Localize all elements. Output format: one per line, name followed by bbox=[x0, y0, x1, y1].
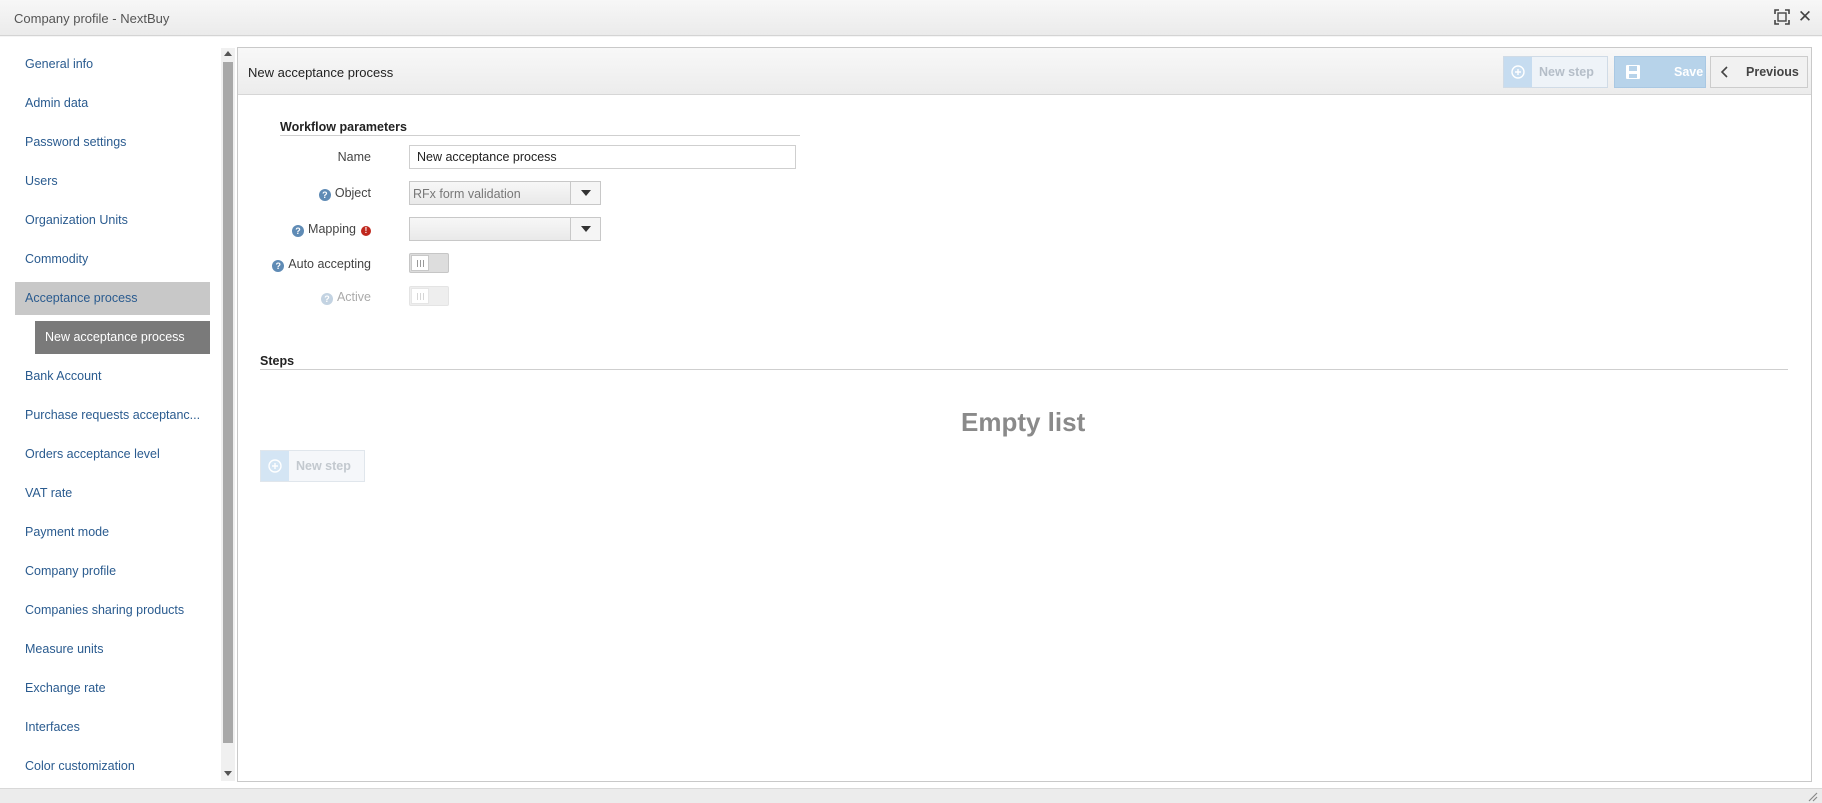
sidebar-item-password-settings[interactable]: Password settings bbox=[15, 126, 210, 159]
object-label: ? Object bbox=[221, 186, 371, 201]
add-circle-icon bbox=[261, 451, 289, 481]
steps-title: Steps bbox=[260, 354, 295, 368]
scroll-down-arrow-icon[interactable] bbox=[224, 771, 232, 776]
new-step-button-label: New step bbox=[1539, 65, 1594, 79]
window-title: Company profile - NextBuy bbox=[14, 11, 170, 26]
toggle-knob bbox=[411, 255, 429, 271]
name-label-text: Name bbox=[337, 150, 371, 164]
sidebar-item-orders-acceptance-level[interactable]: Orders acceptance level bbox=[15, 438, 210, 471]
mapping-select[interactable] bbox=[409, 217, 601, 241]
name-label: Name bbox=[221, 150, 371, 164]
previous-button-label: Previous bbox=[1746, 65, 1799, 79]
mapping-label: ? Mapping! bbox=[221, 222, 371, 237]
sidebar-item-color-customization[interactable]: Color customization bbox=[15, 750, 210, 783]
auto-accepting-label-text: Auto accepting bbox=[288, 257, 371, 271]
auto-accepting-toggle[interactable] bbox=[409, 253, 449, 273]
name-input[interactable] bbox=[409, 145, 796, 169]
sidebar-item-bank-account[interactable]: Bank Account bbox=[15, 360, 210, 393]
chevron-down-icon bbox=[581, 226, 591, 232]
object-select[interactable]: RFx form validation bbox=[409, 181, 601, 205]
sidebar-item-acceptance-process[interactable]: Acceptance process bbox=[15, 282, 210, 315]
help-icon[interactable]: ? bbox=[318, 189, 331, 201]
floppy-disk-icon bbox=[1615, 57, 1651, 87]
sidebar-item-payment-mode[interactable]: Payment mode bbox=[15, 516, 210, 549]
sidebar-item-users[interactable]: Users bbox=[15, 165, 210, 198]
mapping-dropdown-button[interactable] bbox=[570, 218, 600, 240]
new-step-button-bottom-label: New step bbox=[296, 459, 351, 473]
scroll-thumb[interactable] bbox=[223, 62, 233, 743]
help-icon[interactable]: ? bbox=[272, 260, 285, 272]
object-select-value: RFx form validation bbox=[413, 187, 521, 201]
sidebar-item-company-profile[interactable]: Company profile bbox=[15, 555, 210, 588]
steps-divider bbox=[260, 369, 1788, 370]
sidebar-item-purchase-requests-acceptance[interactable]: Purchase requests acceptanc... bbox=[15, 399, 210, 432]
help-icon[interactable]: ? bbox=[292, 225, 305, 237]
empty-list-message: Empty list bbox=[961, 407, 1086, 437]
chevron-down-icon bbox=[581, 190, 591, 196]
scroll-up-arrow-icon[interactable] bbox=[224, 51, 232, 56]
previous-button[interactable]: Previous bbox=[1710, 56, 1808, 88]
object-label-text: Object bbox=[334, 186, 371, 200]
add-circle-icon bbox=[1504, 57, 1532, 87]
save-button-label: Save bbox=[1674, 65, 1704, 79]
resize-grip-icon[interactable] bbox=[1806, 790, 1818, 802]
error-icon: ! bbox=[361, 226, 371, 236]
toggle-knob bbox=[411, 288, 429, 304]
close-icon[interactable]: ✕ bbox=[1796, 8, 1814, 26]
sidebar-item-organization-units[interactable]: Organization Units bbox=[15, 204, 210, 237]
sidebar-item-measure-units[interactable]: Measure units bbox=[15, 633, 210, 666]
active-label: ? Active bbox=[221, 290, 371, 305]
workflow-parameters-divider bbox=[280, 135, 800, 136]
window-body: General info Admin data Password setting… bbox=[0, 37, 1822, 788]
new-step-button-bottom[interactable]: New step bbox=[260, 450, 365, 482]
active-toggle[interactable] bbox=[409, 286, 449, 306]
sidebar-item-interfaces[interactable]: Interfaces bbox=[15, 711, 210, 744]
sidebar-item-companies-sharing-products[interactable]: Companies sharing products bbox=[15, 594, 210, 627]
sidebar-subitem-new-acceptance-process[interactable]: New acceptance process bbox=[35, 321, 210, 354]
maximize-icon[interactable] bbox=[1773, 8, 1791, 26]
help-icon[interactable]: ? bbox=[320, 293, 333, 305]
sidebar-item-vat-rate[interactable]: VAT rate bbox=[15, 477, 210, 510]
sidebar-item-general-info[interactable]: General info bbox=[15, 48, 210, 81]
auto-accepting-label: ? Auto accepting bbox=[221, 257, 371, 272]
sidebar: General info Admin data Password setting… bbox=[15, 48, 210, 778]
status-bar bbox=[0, 788, 1822, 803]
sidebar-item-exchange-rate[interactable]: Exchange rate bbox=[15, 672, 210, 705]
window-titlebar: Company profile - NextBuy ✕ bbox=[0, 0, 1822, 36]
panel-title: New acceptance process bbox=[248, 65, 394, 80]
object-dropdown-button[interactable] bbox=[570, 182, 600, 204]
active-label-text: Active bbox=[336, 290, 371, 304]
new-step-button-top[interactable]: New step bbox=[1503, 56, 1608, 88]
sidebar-item-admin-data[interactable]: Admin data bbox=[15, 87, 210, 120]
panel-header: New acceptance process New step Save Pre… bbox=[238, 48, 1811, 95]
sidebar-item-commodity[interactable]: Commodity bbox=[15, 243, 210, 276]
chevron-left-icon bbox=[1711, 57, 1739, 87]
mapping-label-text: Mapping bbox=[308, 222, 356, 236]
save-button[interactable]: Save bbox=[1614, 56, 1706, 88]
workflow-parameters-title: Workflow parameters bbox=[280, 120, 407, 134]
